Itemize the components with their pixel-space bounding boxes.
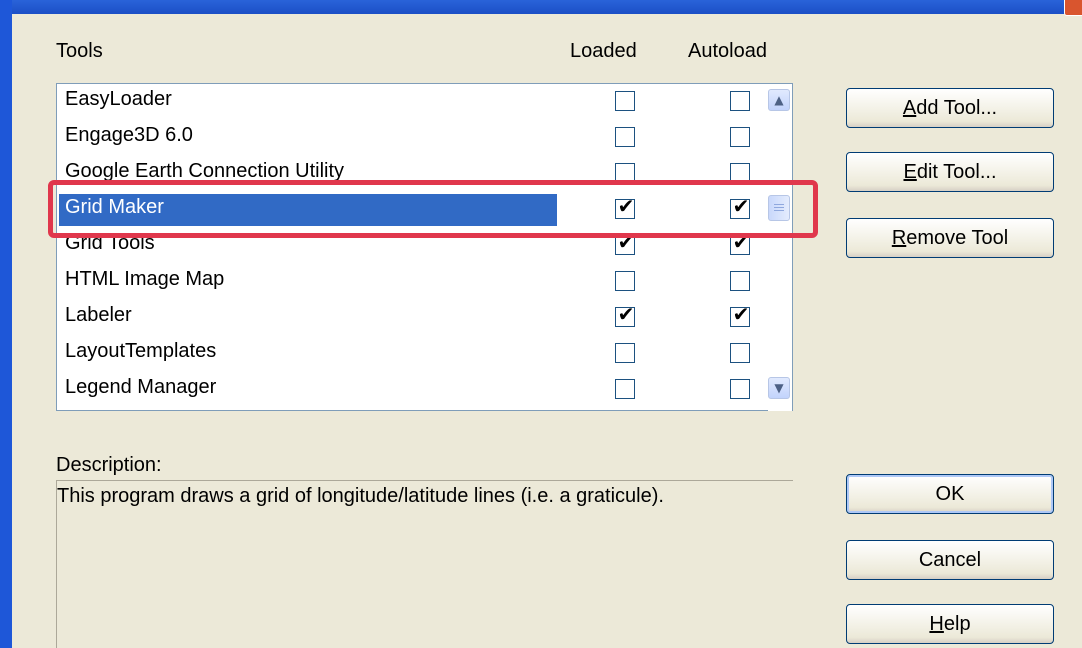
tool-name: Engage3D 6.0 (65, 124, 193, 146)
edit-tool-button[interactable]: Edit Tool... (846, 152, 1054, 192)
remove-tool-button[interactable]: Remove Tool (846, 218, 1054, 258)
tool-name: Labeler (65, 304, 132, 326)
manage-tools-dialog: Tools Loaded Autoload EasyLoader Engage3D… (12, 0, 1082, 648)
title-bar (12, 0, 1082, 14)
description-box: This program draws a grid of longitude/l… (56, 480, 793, 648)
checkmark-icon: ✔ (617, 302, 635, 326)
autoload-header: Autoload (688, 40, 767, 62)
list-item[interactable]: LayoutTemplates (57, 336, 792, 372)
tool-name: Legend Manager (65, 376, 217, 398)
checkmark-icon: ✔ (732, 302, 750, 326)
list-item[interactable]: EasyLoader (57, 84, 792, 120)
list-item[interactable]: HTML Image Map (57, 264, 792, 300)
loaded-checkbox[interactable] (615, 91, 635, 111)
list-item[interactable]: Labeler ✔ ✔ (57, 300, 792, 336)
tool-name: LayoutTemplates (65, 340, 217, 362)
add-tool-button[interactable]: Add Tool... (846, 88, 1054, 128)
selection-highlight-annotation (48, 180, 818, 238)
loaded-checkbox[interactable] (615, 271, 635, 291)
loaded-checkbox[interactable] (615, 379, 635, 399)
loaded-checkbox[interactable] (615, 343, 635, 363)
loaded-checkbox[interactable] (615, 127, 635, 147)
ok-button[interactable]: OK (846, 474, 1054, 514)
autoload-checkbox[interactable] (730, 343, 750, 363)
loaded-header: Loaded (570, 40, 637, 62)
autoload-checkbox[interactable]: ✔ (730, 302, 750, 327)
list-scrollbar[interactable]: ▲ ▼ (768, 85, 792, 411)
tool-name: HTML Image Map (65, 268, 225, 290)
list-item[interactable]: Engage3D 6.0 (57, 120, 792, 156)
chevron-down-icon[interactable]: ▼ (768, 377, 790, 399)
autoload-checkbox[interactable] (730, 127, 750, 147)
cancel-button[interactable]: Cancel (846, 540, 1054, 580)
list-item[interactable]: Legend Manager (57, 372, 792, 408)
description-text: This program draws a grid of longitude/l… (57, 485, 664, 507)
tool-name: EasyLoader (65, 88, 172, 110)
loaded-checkbox[interactable]: ✔ (615, 302, 635, 327)
loaded-checkbox[interactable]: ✔ (615, 232, 635, 255)
close-button[interactable] (1064, 0, 1082, 16)
tools-list[interactable]: EasyLoader Engage3D 6.0 Google Earth Conne… (56, 83, 793, 411)
description-label: Description: (56, 454, 162, 476)
autoload-checkbox[interactable] (730, 271, 750, 291)
tools-header: Tools (56, 40, 103, 62)
autoload-checkbox[interactable]: ✔ (730, 232, 750, 255)
autoload-checkbox[interactable] (730, 91, 750, 111)
help-button[interactable]: Help (846, 604, 1054, 644)
autoload-checkbox[interactable] (730, 379, 750, 399)
chevron-up-icon[interactable]: ▲ (768, 89, 790, 111)
